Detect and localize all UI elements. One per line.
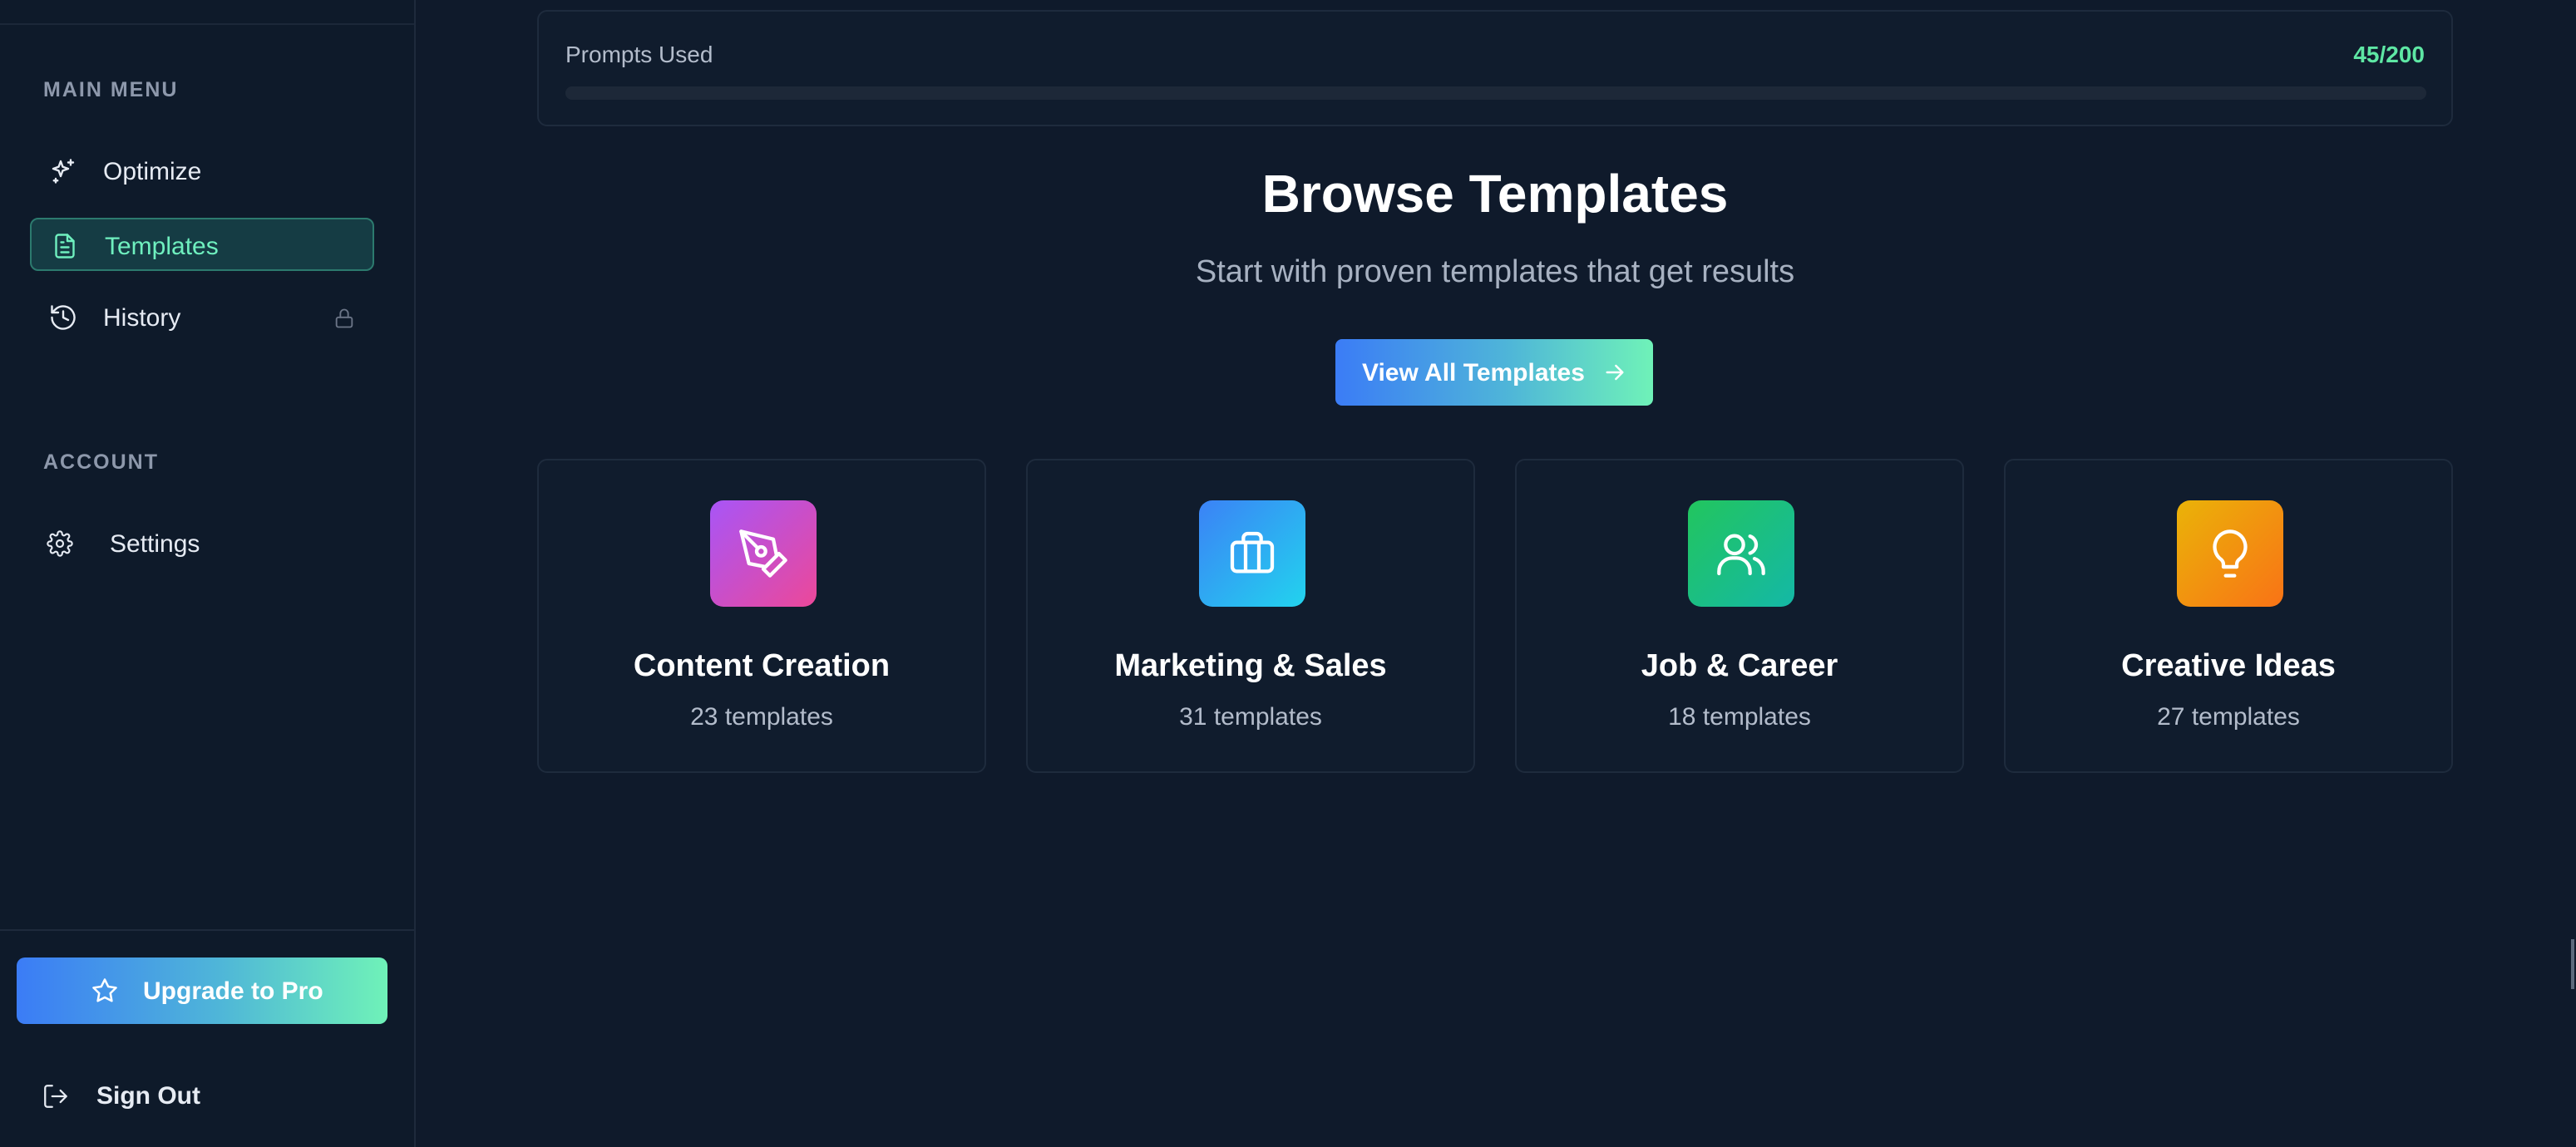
scrollbar-thumb[interactable]: [2571, 939, 2574, 989]
main-menu-heading: MAIN MENU: [43, 78, 179, 101]
category-count: 23 templates: [690, 703, 833, 731]
sparkle-icon: [52, 159, 75, 184]
category-name: Job & Career: [1641, 648, 1838, 683]
upgrade-to-pro-button[interactable]: Upgrade to Pro: [17, 957, 387, 1024]
category-card-marketing-sales[interactable]: Marketing & Sales 31 templates: [1026, 459, 1475, 773]
sidebar: MAIN MENU Optimize Templates History ACC…: [0, 0, 416, 1147]
users-icon: [1717, 534, 1765, 576]
sidebar-bottom-divider: [0, 929, 414, 931]
sidebar-top-divider: [0, 23, 414, 25]
star-icon: [92, 978, 117, 1002]
category-name: Content Creation: [633, 648, 891, 683]
view-all-label: View All Templates: [1362, 359, 1585, 386]
category-name: Creative Ideas: [2121, 648, 2336, 683]
category-count: 27 templates: [2157, 703, 2300, 731]
briefcase-icon: [1230, 531, 1275, 574]
document-icon: [55, 234, 75, 258]
page-title: Browse Templates: [1261, 164, 1729, 224]
gear-icon: [47, 530, 73, 557]
category-icon-tile: [1199, 500, 1305, 607]
category-card-creative-ideas[interactable]: Creative Ideas 27 templates: [2004, 459, 2453, 773]
account-heading: ACCOUNT: [43, 450, 159, 474]
upgrade-label: Upgrade to Pro: [143, 977, 323, 1005]
category-icon-tile: [2177, 500, 2283, 607]
lock-icon: [335, 308, 353, 328]
usage-progress-fill: [565, 86, 985, 100]
lightbulb-icon: [2213, 529, 2248, 578]
sidebar-item-history[interactable]: History: [30, 291, 374, 344]
view-all-templates-button[interactable]: View All Templates: [1335, 339, 1653, 406]
sidebar-item-label: Templates: [105, 233, 219, 260]
sign-out-button[interactable]: Sign Out: [30, 1072, 374, 1122]
sign-out-label: Sign Out: [96, 1082, 200, 1110]
page-subtitle: Start with proven templates that get res…: [1195, 254, 1795, 289]
pen-tool-icon: [739, 529, 787, 578]
sign-out-icon: [44, 1085, 67, 1108]
category-card-content-creation[interactable]: Content Creation 23 templates: [537, 459, 986, 773]
sidebar-item-label: Settings: [110, 530, 200, 558]
arrow-right-icon: [1606, 364, 1624, 381]
sidebar-item-label: History: [103, 304, 181, 332]
category-count: 31 templates: [1179, 703, 1322, 731]
app-root: MAIN MENU Optimize Templates History ACC…: [0, 0, 2576, 1147]
usage-card: Prompts Used 45/200: [537, 10, 2453, 126]
category-icon-tile: [710, 500, 817, 607]
usage-count: 45/200: [2353, 42, 2425, 67]
sidebar-item-settings[interactable]: Settings: [30, 517, 374, 570]
sidebar-item-label: Optimize: [103, 158, 202, 185]
sidebar-item-templates[interactable]: Templates: [30, 218, 374, 271]
usage-title: Prompts Used: [565, 42, 713, 67]
history-icon: [51, 305, 76, 330]
category-name: Marketing & Sales: [1114, 648, 1387, 683]
usage-progress-bar: [565, 86, 2426, 100]
category-icon-tile: [1688, 500, 1794, 607]
category-card-job-career[interactable]: Job & Career 18 templates: [1515, 459, 1964, 773]
category-count: 18 templates: [1668, 703, 1811, 731]
sidebar-item-optimize[interactable]: Optimize: [30, 145, 374, 198]
